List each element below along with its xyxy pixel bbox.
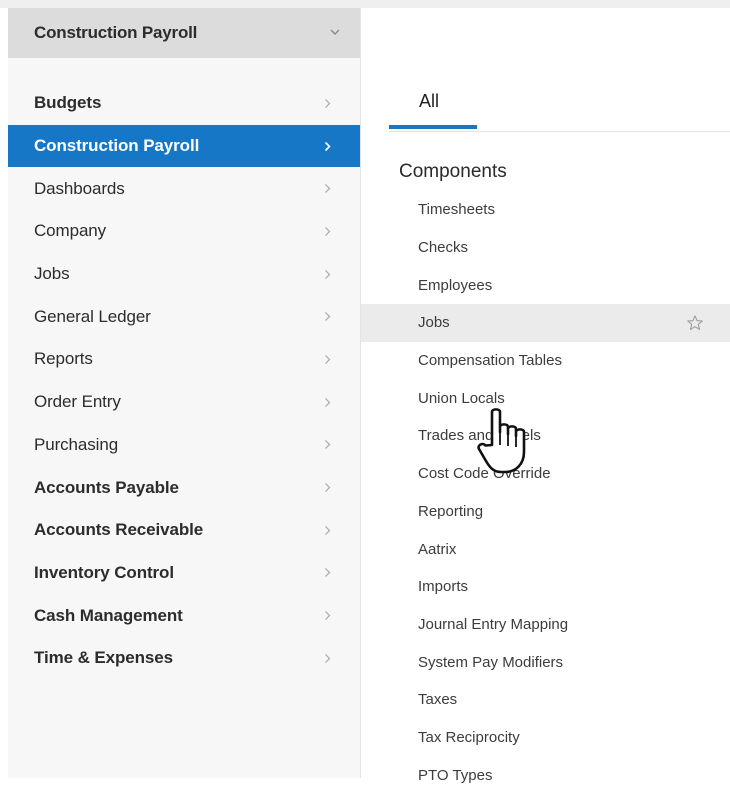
top-strip xyxy=(0,0,730,8)
tab-divider xyxy=(389,131,730,132)
sidebar-item-time-and-expenses[interactable]: Time & Expenses xyxy=(8,637,360,680)
sidebar-item-label: General Ledger xyxy=(34,306,151,326)
component-label: Imports xyxy=(418,578,469,596)
sidebar-nav: Budgets Construction Payroll Dashboards … xyxy=(8,82,360,680)
module-selector-label: Construction Payroll xyxy=(34,23,198,42)
sidebar-item-accounts-payable[interactable]: Accounts Payable xyxy=(8,466,360,509)
component-label: Employees xyxy=(418,276,493,294)
sidebar-item-label: Order Entry xyxy=(34,392,121,412)
sidebar-item-label: Purchasing xyxy=(34,434,119,454)
component-imports[interactable]: Imports xyxy=(361,568,730,606)
star-outline-icon[interactable] xyxy=(686,314,704,332)
sidebar-item-label: Accounts Payable xyxy=(34,477,179,497)
component-reporting[interactable]: Reporting xyxy=(361,493,730,531)
section-title: Components xyxy=(399,161,507,182)
component-label: Taxes xyxy=(418,691,458,709)
component-compensation-tables[interactable]: Compensation Tables xyxy=(361,342,730,380)
sidebar-item-label: Reports xyxy=(34,349,93,369)
component-cost-code-override[interactable]: Cost Code Override xyxy=(361,455,730,493)
component-checks[interactable]: Checks xyxy=(361,229,730,267)
sidebar-item-inventory-control[interactable]: Inventory Control xyxy=(8,552,360,595)
component-tax-reciprocity[interactable]: Tax Reciprocity xyxy=(361,719,730,757)
sidebar-item-reports[interactable]: Reports xyxy=(8,338,360,381)
sidebar-item-label: Company xyxy=(34,221,107,241)
component-union-locals[interactable]: Union Locals xyxy=(361,379,730,417)
component-label: PTO Types xyxy=(418,766,493,784)
component-pto-types[interactable]: PTO Types xyxy=(361,756,730,794)
chevron-right-icon xyxy=(321,566,333,580)
sidebar-item-jobs[interactable]: Jobs xyxy=(8,253,360,296)
chevron-right-icon xyxy=(321,481,333,495)
sidebar-item-label: Accounts Receivable xyxy=(34,520,204,540)
component-label: Journal Entry Mapping xyxy=(418,615,569,633)
chevron-right-icon xyxy=(321,395,333,409)
component-taxes[interactable]: Taxes xyxy=(361,681,730,719)
chevron-right-icon xyxy=(321,267,333,281)
module-selector[interactable]: Construction Payroll xyxy=(8,8,360,58)
sidebar-item-label: Cash Management xyxy=(34,605,183,625)
component-journal-entry-mapping[interactable]: Journal Entry Mapping xyxy=(361,606,730,644)
chevron-right-icon xyxy=(321,438,333,452)
chevron-right-icon xyxy=(321,96,333,110)
sidebar-item-company[interactable]: Company xyxy=(8,210,360,253)
sidebar-item-label: Jobs xyxy=(34,264,70,284)
chevron-down-icon[interactable] xyxy=(328,25,342,39)
chevron-right-icon xyxy=(321,609,333,623)
chevron-right-icon xyxy=(321,523,333,537)
component-label: System Pay Modifiers xyxy=(418,653,564,671)
components-list: Timesheets Checks Employees Jobs Compens… xyxy=(361,191,730,794)
chevron-right-icon xyxy=(321,182,333,196)
components-panel: All Components Timesheets Checks Employe… xyxy=(361,8,730,784)
component-employees[interactable]: Employees xyxy=(361,266,730,304)
sidebar-item-label: Budgets xyxy=(34,93,102,113)
component-label: Timesheets xyxy=(418,201,495,219)
sidebar-item-label: Construction Payroll xyxy=(34,136,200,156)
tab-all[interactable]: All xyxy=(389,85,479,131)
chevron-right-icon xyxy=(321,224,333,238)
left-sidebar: Construction Payroll Budgets Constructio… xyxy=(8,8,361,778)
sidebar-item-accounts-receivable[interactable]: Accounts Receivable xyxy=(8,509,360,552)
sidebar-item-general-ledger[interactable]: General Ledger xyxy=(8,295,360,338)
sidebar-item-cash-management[interactable]: Cash Management xyxy=(8,594,360,637)
hand-pointer-icon xyxy=(475,405,533,477)
sidebar-item-purchasing[interactable]: Purchasing xyxy=(8,424,360,467)
component-label: Jobs xyxy=(418,314,450,332)
component-timesheets[interactable]: Timesheets xyxy=(361,191,730,229)
tab-selected-indicator xyxy=(389,125,477,129)
sidebar-item-order-entry[interactable]: Order Entry xyxy=(8,381,360,424)
sidebar-item-construction-payroll[interactable]: Construction Payroll xyxy=(8,124,360,168)
component-system-pay-modifiers[interactable]: System Pay Modifiers xyxy=(361,643,730,681)
component-label: Checks xyxy=(418,239,469,257)
component-aatrix[interactable]: Aatrix xyxy=(361,530,730,568)
tab-all-label: All xyxy=(419,91,440,111)
component-label: Compensation Tables xyxy=(418,352,562,370)
component-trades-and-levels[interactable]: Trades and Levels xyxy=(361,417,730,455)
chevron-right-icon xyxy=(321,310,333,324)
sidebar-item-budgets[interactable]: Budgets xyxy=(8,82,360,125)
chevron-right-icon xyxy=(321,139,333,153)
chevron-right-icon xyxy=(321,352,333,366)
sidebar-item-dashboards[interactable]: Dashboards xyxy=(8,167,360,210)
sidebar-item-label: Dashboards xyxy=(34,178,125,198)
component-jobs[interactable]: Jobs xyxy=(361,304,730,342)
component-label: Reporting xyxy=(418,502,484,520)
chevron-right-icon xyxy=(321,651,333,665)
sidebar-item-label: Inventory Control xyxy=(34,562,174,582)
component-label: Aatrix xyxy=(418,540,457,558)
component-label: Tax Reciprocity xyxy=(418,728,520,746)
sidebar-item-label: Time & Expenses xyxy=(34,648,173,668)
